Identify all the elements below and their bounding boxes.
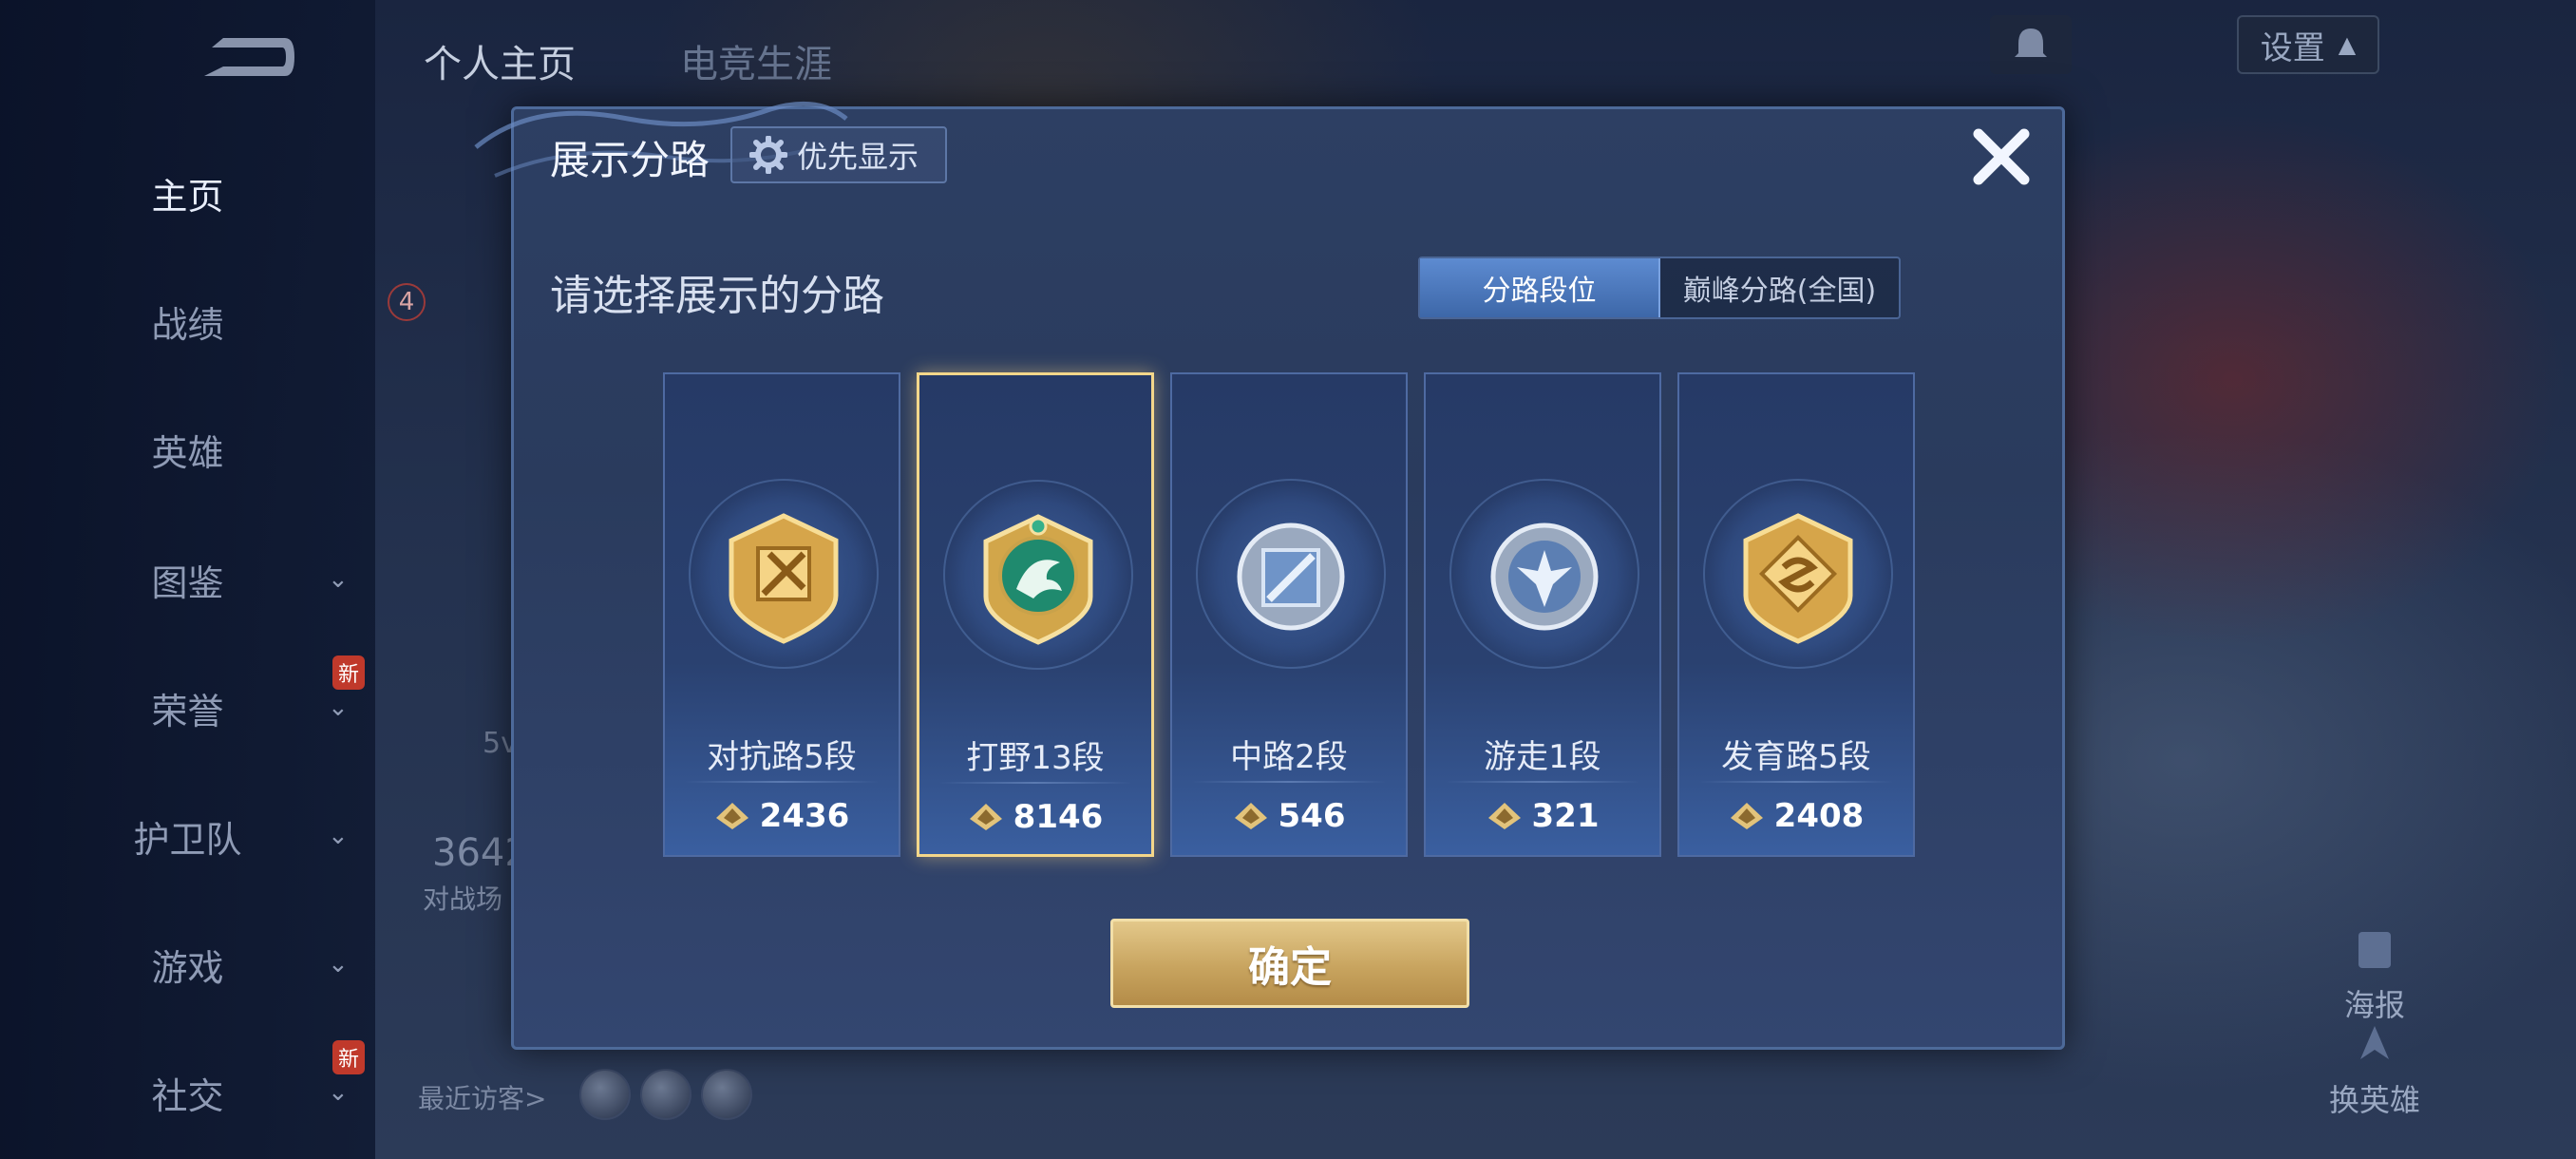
nav-item-game[interactable]: 游戏 ⌄ xyxy=(0,931,375,998)
score-wing-icon xyxy=(1234,803,1267,829)
notification-button[interactable] xyxy=(1990,15,2072,74)
hero-swap-icon xyxy=(2360,1026,2389,1059)
lane-score: 2436 xyxy=(665,797,899,835)
lane-score-value: 546 xyxy=(1278,797,1346,835)
lane-score: 2408 xyxy=(1679,797,1913,835)
lane-card-mid[interactable]: 中路2段 546 xyxy=(1170,372,1408,857)
nav-item-label: 护卫队 xyxy=(133,818,242,861)
new-badge: 新 xyxy=(332,1040,366,1074)
lane-card-clash[interactable]: 对抗路5段 2436 xyxy=(663,372,900,857)
nav-item-label: 战绩 xyxy=(151,303,224,346)
priority-label: 优先显示 xyxy=(797,139,919,175)
nav-item-label: 社交 xyxy=(151,1074,224,1117)
tab-peak-lane[interactable]: 巅峰分路(全国) xyxy=(1660,258,1899,317)
lane-name: 发育路5段 xyxy=(1721,738,1871,776)
gear-icon xyxy=(749,136,787,174)
divider xyxy=(938,782,1132,784)
poster-button[interactable]: 海报 xyxy=(2332,926,2417,1025)
score-wing-icon xyxy=(1730,803,1763,829)
lane-card-farm[interactable]: 发育路5段 2408 xyxy=(1677,372,1915,857)
change-hero-label: 换英雄 xyxy=(2328,1082,2420,1118)
lane-score: 546 xyxy=(1172,797,1406,835)
tab-lane-rank[interactable]: 分路段位 xyxy=(1420,258,1660,317)
nav-item-label: 图鉴 xyxy=(151,561,224,604)
priority-display-button[interactable]: 优先显示 xyxy=(730,126,947,183)
chevron-down-icon: ⌄ xyxy=(328,822,349,850)
lane-score-value: 321 xyxy=(1531,797,1600,835)
bell-icon xyxy=(2015,28,2047,57)
lane-score-value: 2408 xyxy=(1773,797,1865,835)
nav-item-honor[interactable]: 荣誉 新 ⌄ xyxy=(0,656,375,741)
jungle-emblem-icon xyxy=(983,514,1093,645)
divider xyxy=(684,781,880,783)
nav-item-label: 荣誉 xyxy=(151,690,224,732)
score-wing-icon xyxy=(969,804,1002,830)
modal-subtitle: 请选择展示的分路 xyxy=(550,272,884,320)
chevron-up-icon: ▲ xyxy=(2338,31,2357,58)
roam-emblem-icon xyxy=(1490,522,1599,631)
lane-name: 对抗路5段 xyxy=(707,738,857,776)
match-label: 对战场 xyxy=(423,884,503,915)
nav-item-label: 英雄 xyxy=(151,431,224,474)
tab-career[interactable]: 电竞生涯 xyxy=(680,33,832,88)
left-nav: 主页 战绩 英雄 图鉴 ⌄ 荣誉 新 ⌄ 护卫队 ⌄ 游戏 ⌄ 社交 新 ⌄ xyxy=(0,0,375,1159)
segment-control: 分路段位 巅峰分路(全国) xyxy=(1418,256,1901,319)
lane-card-roam[interactable]: 游走1段 321 xyxy=(1424,372,1661,857)
level-badge: 4 xyxy=(388,283,426,321)
settings-button[interactable]: 设置 ▲ xyxy=(2237,15,2379,74)
lane-display-modal: 展示分路 优先显示 请选择展示的分路 分路段位 巅峰分路(全国) 对抗路5段 2… xyxy=(474,101,2065,1050)
tab-profile[interactable]: 个人主页 xyxy=(424,33,576,88)
chevron-down-icon: ⌄ xyxy=(328,1078,349,1107)
farm-lane-emblem-icon xyxy=(1743,513,1853,644)
new-badge: 新 xyxy=(332,656,366,690)
score-wing-icon xyxy=(1487,803,1521,829)
nav-item-label: 主页 xyxy=(151,175,224,218)
mid-lane-emblem-icon xyxy=(1237,522,1345,631)
lane-card-jungle[interactable]: 打野13段 8146 xyxy=(917,372,1154,857)
lane-name: 游走1段 xyxy=(1484,738,1601,776)
nav-item-heroes[interactable]: 英雄 xyxy=(0,416,375,483)
nav-item-label: 游戏 xyxy=(151,946,224,989)
back-arrow-icon[interactable] xyxy=(195,28,299,86)
divider xyxy=(1698,781,1894,783)
nav-item-codex[interactable]: 图鉴 ⌄ xyxy=(0,546,375,613)
modal-title: 展示分路 xyxy=(550,137,710,183)
lane-score: 321 xyxy=(1426,797,1659,835)
chevron-down-icon: ⌄ xyxy=(328,950,349,978)
nav-item-social[interactable]: 社交 新 ⌄ xyxy=(0,1040,375,1126)
poster-label: 海报 xyxy=(2343,987,2405,1023)
avatar[interactable] xyxy=(701,1069,752,1120)
nav-item-home[interactable]: 主页 xyxy=(0,160,375,226)
change-hero-button[interactable]: 换英雄 xyxy=(2322,1021,2427,1120)
poster-icon xyxy=(2358,932,2391,968)
recent-visitors-link[interactable]: 最近访客> xyxy=(418,1078,546,1116)
avatar[interactable] xyxy=(640,1069,691,1120)
lane-name: 打野13段 xyxy=(966,739,1105,777)
lane-score-value: 8146 xyxy=(1013,798,1104,836)
lane-name: 中路2段 xyxy=(1230,738,1348,776)
score-wing-icon xyxy=(715,803,748,829)
nav-item-record[interactable]: 战绩 xyxy=(0,288,375,354)
chevron-down-icon: ⌄ xyxy=(328,694,349,722)
divider xyxy=(1191,781,1387,783)
confirm-button[interactable]: 确定 xyxy=(1110,919,1469,1008)
close-icon[interactable] xyxy=(1967,123,2036,191)
lane-score: 8146 xyxy=(919,798,1151,836)
nav-item-guard[interactable]: 护卫队 ⌄ xyxy=(0,803,375,869)
avatar[interactable] xyxy=(579,1069,631,1120)
divider xyxy=(1445,781,1640,783)
settings-label: 设置 xyxy=(2260,28,2325,67)
lane-score-value: 2436 xyxy=(759,797,850,835)
clash-lane-emblem-icon xyxy=(729,513,839,644)
chevron-down-icon: ⌄ xyxy=(328,565,349,594)
